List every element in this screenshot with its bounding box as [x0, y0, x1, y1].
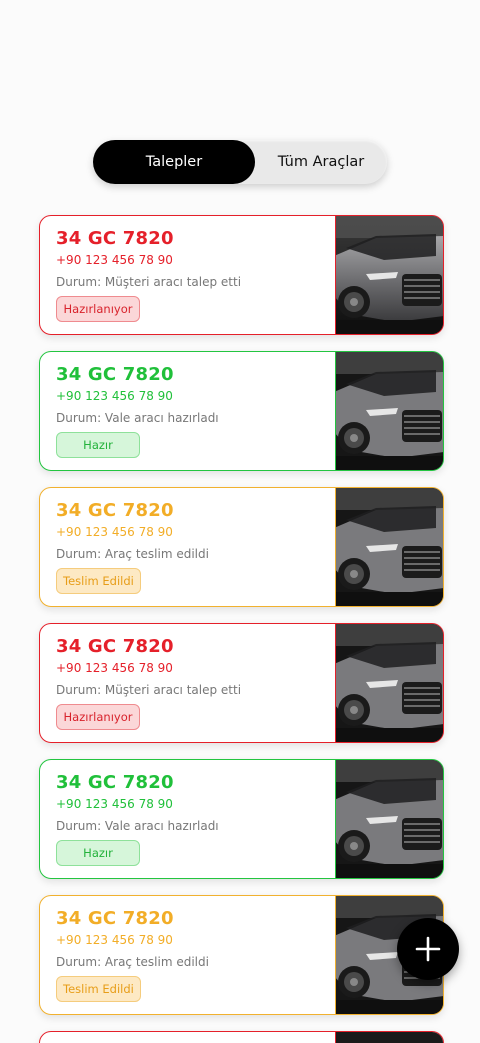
request-card[interactable]: 34 GC 7820 +90 123 456 78 90 Durum: Vale… — [39, 351, 444, 471]
phone-number: +90 123 456 78 90 — [56, 933, 173, 947]
plate-number: 34 GC 7820 — [56, 228, 174, 249]
tab-requests[interactable]: Talepler — [93, 140, 255, 184]
car-image-icon — [336, 216, 443, 334]
status-badge: Hazır — [56, 840, 140, 866]
tab-all-vehicles[interactable]: Tüm Araçlar — [255, 140, 387, 184]
status-text: Durum: Araç teslim edildi — [56, 547, 209, 561]
status-text: Durum: Vale aracı hazırladı — [56, 819, 219, 833]
plate-number: 34 GC 7820 — [56, 364, 174, 385]
status-text: Durum: Vale aracı hazırladı — [56, 411, 219, 425]
card-info: 34 GC 7820 +90 123 456 78 90 Durum: Müşt… — [40, 624, 335, 742]
status-text: Durum: Müşteri aracı talep etti — [56, 275, 242, 289]
car-image-icon — [336, 488, 443, 606]
request-card[interactable]: 34 GC 7820 +90 123 456 78 90 Durum: Vale… — [39, 759, 444, 879]
phone-number: +90 123 456 78 90 — [56, 525, 173, 539]
add-request-button[interactable] — [397, 918, 459, 980]
request-card[interactable]: 34 GC 7820 +90 123 456 78 90 Durum: Müşt… — [39, 623, 444, 743]
status-badge: Hazırlanıyor — [56, 296, 140, 322]
status-badge: Hazır — [56, 432, 140, 458]
card-info: 34 GC 7820 +90 123 456 78 90 Durum: Müşt… — [40, 216, 335, 334]
car-photo — [335, 1032, 443, 1043]
plate-number: 34 GC 7820 — [56, 908, 174, 929]
phone-number: +90 123 456 78 90 — [56, 389, 173, 403]
car-image-icon — [336, 624, 443, 742]
request-card[interactable]: 34 GC 7820 +90 123 456 78 90 Durum: Araç… — [39, 487, 444, 607]
phone-number: +90 123 456 78 90 — [56, 253, 173, 267]
app-screen: Talepler Tüm Araçlar 34 GC 7820 +90 123 … — [0, 0, 480, 1043]
status-badge: Hazırlanıyor — [56, 704, 140, 730]
car-photo — [335, 216, 443, 334]
status-badge: Teslim Edildi — [56, 568, 141, 594]
plate-number: 34 GC 7820 — [56, 500, 174, 521]
tab-switcher: Talepler Tüm Araçlar — [93, 140, 387, 184]
car-photo — [335, 624, 443, 742]
status-badge: Teslim Edildi — [56, 976, 141, 1002]
phone-number: +90 123 456 78 90 — [56, 797, 173, 811]
plus-icon — [415, 936, 441, 962]
car-photo — [335, 352, 443, 470]
status-text: Durum: Müşteri aracı talep etti — [56, 683, 242, 697]
plate-number: 34 GC 7820 — [56, 636, 174, 657]
request-card-partial[interactable] — [39, 1031, 444, 1043]
plate-number: 34 GC 7820 — [56, 772, 174, 793]
car-photo — [335, 488, 443, 606]
card-info: 34 GC 7820 +90 123 456 78 90 Durum: Araç… — [40, 896, 335, 1014]
request-card[interactable]: 34 GC 7820 +90 123 456 78 90 Durum: Araç… — [39, 895, 444, 1015]
status-text: Durum: Araç teslim edildi — [56, 955, 209, 969]
request-card[interactable]: 34 GC 7820 +90 123 456 78 90 Durum: Müşt… — [39, 215, 444, 335]
phone-number: +90 123 456 78 90 — [56, 661, 173, 675]
card-info — [40, 1032, 335, 1043]
car-image-icon — [336, 760, 443, 878]
request-list: 34 GC 7820 +90 123 456 78 90 Durum: Müşt… — [39, 215, 444, 1043]
card-info: 34 GC 7820 +90 123 456 78 90 Durum: Araç… — [40, 488, 335, 606]
card-info: 34 GC 7820 +90 123 456 78 90 Durum: Vale… — [40, 352, 335, 470]
car-image-icon — [336, 352, 443, 470]
car-photo — [335, 760, 443, 878]
card-info: 34 GC 7820 +90 123 456 78 90 Durum: Vale… — [40, 760, 335, 878]
